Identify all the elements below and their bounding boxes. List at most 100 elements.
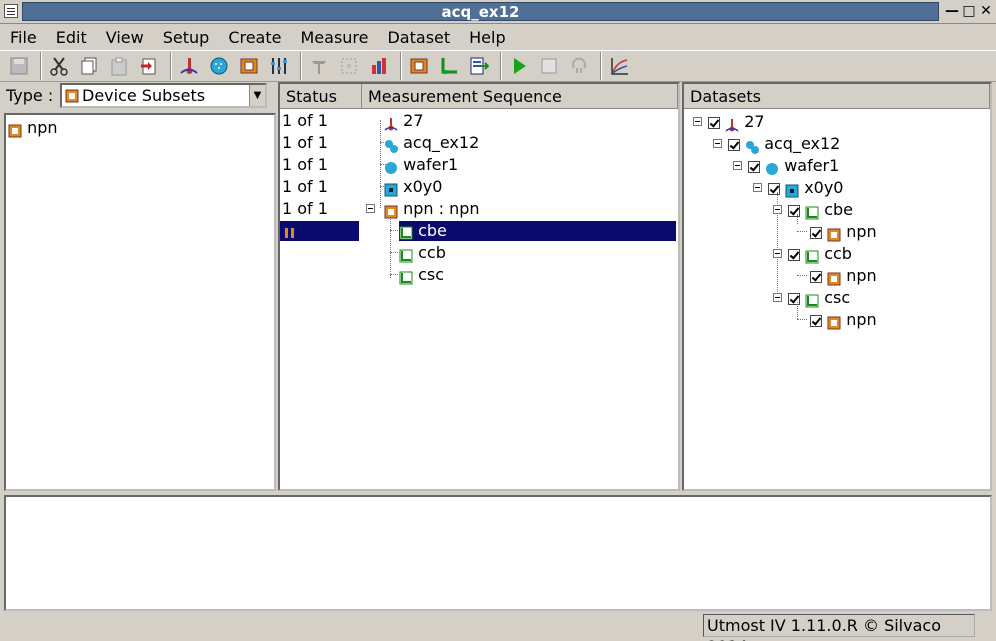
status-column-header[interactable]: Status [280, 84, 362, 109]
checkbox-icon[interactable] [768, 182, 780, 195]
stop-icon[interactable] [536, 53, 562, 79]
menu-edit[interactable]: Edit [52, 28, 91, 47]
sequence-node-label: acq_ex12 [403, 133, 480, 152]
dataset-node[interactable]: npn [810, 221, 877, 243]
menu-dataset[interactable]: Dataset [383, 28, 454, 47]
cut-icon[interactable] [46, 53, 72, 79]
dataset-node[interactable]: wafer1 [748, 155, 839, 177]
pause-icon[interactable] [566, 53, 592, 79]
sequence-node-temperature[interactable]: 27 [384, 110, 423, 132]
collapse-icon[interactable] [753, 183, 762, 192]
tree-line [797, 302, 798, 319]
tree-line [390, 274, 398, 275]
run-icon[interactable] [506, 53, 532, 79]
type-select[interactable]: Device Subsets ▼ [60, 83, 267, 108]
sliders-icon[interactable] [266, 53, 292, 79]
menu-setup[interactable]: Setup [159, 28, 214, 47]
dataset-node-label: wafer1 [784, 156, 840, 175]
pause-bars-icon [285, 227, 294, 238]
sequence-node-step[interactable]: csc [399, 264, 444, 286]
tree-line [797, 231, 807, 232]
checkbox-icon[interactable] [788, 292, 800, 305]
device-icon [827, 314, 841, 329]
checkbox-icon[interactable] [810, 226, 822, 239]
title-fill[interactable]: acq_ex12 [22, 2, 939, 21]
dataset-node-label: csc [824, 288, 851, 307]
checkbox-icon[interactable] [748, 160, 760, 173]
device-icon[interactable] [236, 53, 262, 79]
checkbox-icon[interactable] [810, 314, 822, 327]
project-icon [745, 138, 760, 154]
export-icon[interactable] [466, 53, 492, 79]
dataset-node[interactable]: ccb [788, 243, 852, 265]
sequence-node-device[interactable]: npn : npn [384, 198, 480, 220]
menu-file[interactable]: File [6, 28, 41, 47]
dataset-node[interactable]: npn [810, 309, 877, 331]
tree-line [390, 214, 391, 278]
toolbar-separator [600, 52, 602, 80]
plot-icon[interactable] [606, 53, 632, 79]
step-icon[interactable] [436, 53, 462, 79]
sequence-node-wafer[interactable]: wafer1 [384, 154, 458, 176]
dataset-node-label: cbe [824, 200, 853, 219]
close-button[interactable]: ✕ [978, 3, 994, 19]
collapse-icon[interactable] [693, 117, 702, 126]
probe-icon[interactable] [306, 53, 332, 79]
collapse-icon[interactable] [366, 204, 375, 213]
system-menu-icon[interactable] [4, 4, 18, 18]
sequence-node-label: 27 [403, 111, 424, 130]
collapse-icon[interactable] [773, 249, 782, 258]
sequence-node-selected[interactable]: cbe [398, 220, 677, 242]
project-icon [384, 137, 398, 153]
step-icon [805, 248, 819, 263]
device-icon [827, 226, 841, 241]
dataset-node[interactable]: 27 [708, 111, 765, 133]
minimize-button[interactable]: — [944, 3, 960, 19]
sequence-column-header[interactable]: Measurement Sequence [362, 84, 678, 109]
running-status-cell [280, 221, 359, 241]
checkbox-icon[interactable] [788, 204, 800, 217]
dataset-node[interactable]: npn [810, 265, 877, 287]
paste-icon[interactable] [106, 53, 132, 79]
device-icon [8, 122, 22, 137]
menu-view[interactable]: View [102, 28, 148, 47]
checkbox-icon[interactable] [788, 248, 800, 261]
menu-help[interactable]: Help [465, 28, 509, 47]
menu-create[interactable]: Create [224, 28, 285, 47]
wafer-icon[interactable] [206, 53, 232, 79]
type-bar: Type : Device Subsets ▼ [0, 82, 274, 112]
menu-measure[interactable]: Measure [296, 28, 372, 47]
sequence-node-step[interactable]: ccb [399, 242, 446, 264]
step-icon [805, 292, 819, 307]
collapse-icon[interactable] [773, 205, 782, 214]
delete-icon[interactable] [136, 53, 162, 79]
collapse-icon[interactable] [713, 139, 722, 148]
collapse-icon[interactable] [773, 293, 782, 302]
datasets-header: Datasets [684, 84, 990, 109]
sequence-node-label: wafer1 [403, 155, 459, 174]
save-icon[interactable] [6, 53, 32, 79]
toolbar-separator [300, 52, 302, 80]
device-subset-icon [65, 89, 79, 107]
tree-line [797, 275, 807, 276]
checkbox-icon[interactable] [810, 270, 822, 283]
checkbox-icon[interactable] [728, 138, 740, 151]
log-panel[interactable] [4, 495, 992, 611]
dataset-node[interactable]: acq_ex12 [728, 133, 840, 155]
dataset-node[interactable]: x0y0 [768, 177, 843, 199]
temperature-icon[interactable] [176, 53, 202, 79]
list-item[interactable]: npn [8, 117, 58, 139]
chevron-down-icon[interactable]: ▼ [249, 85, 265, 106]
dataset-node-label: npn [846, 310, 877, 329]
maximize-button[interactable]: □ [961, 3, 977, 19]
copy-icon[interactable] [76, 53, 102, 79]
sequence-node-die[interactable]: x0y0 [384, 176, 442, 198]
checkbox-icon[interactable] [708, 116, 720, 129]
grid-icon[interactable] [336, 53, 362, 79]
sequence-node-project[interactable]: acq_ex12 [384, 132, 479, 154]
measurement-sequence-panel: Status Measurement Sequence 1 of 1 1 of … [278, 82, 680, 491]
chart-bars-icon[interactable] [366, 53, 392, 79]
subset-icon[interactable] [406, 53, 432, 79]
collapse-icon[interactable] [733, 161, 742, 170]
toolbar-separator [500, 52, 502, 80]
